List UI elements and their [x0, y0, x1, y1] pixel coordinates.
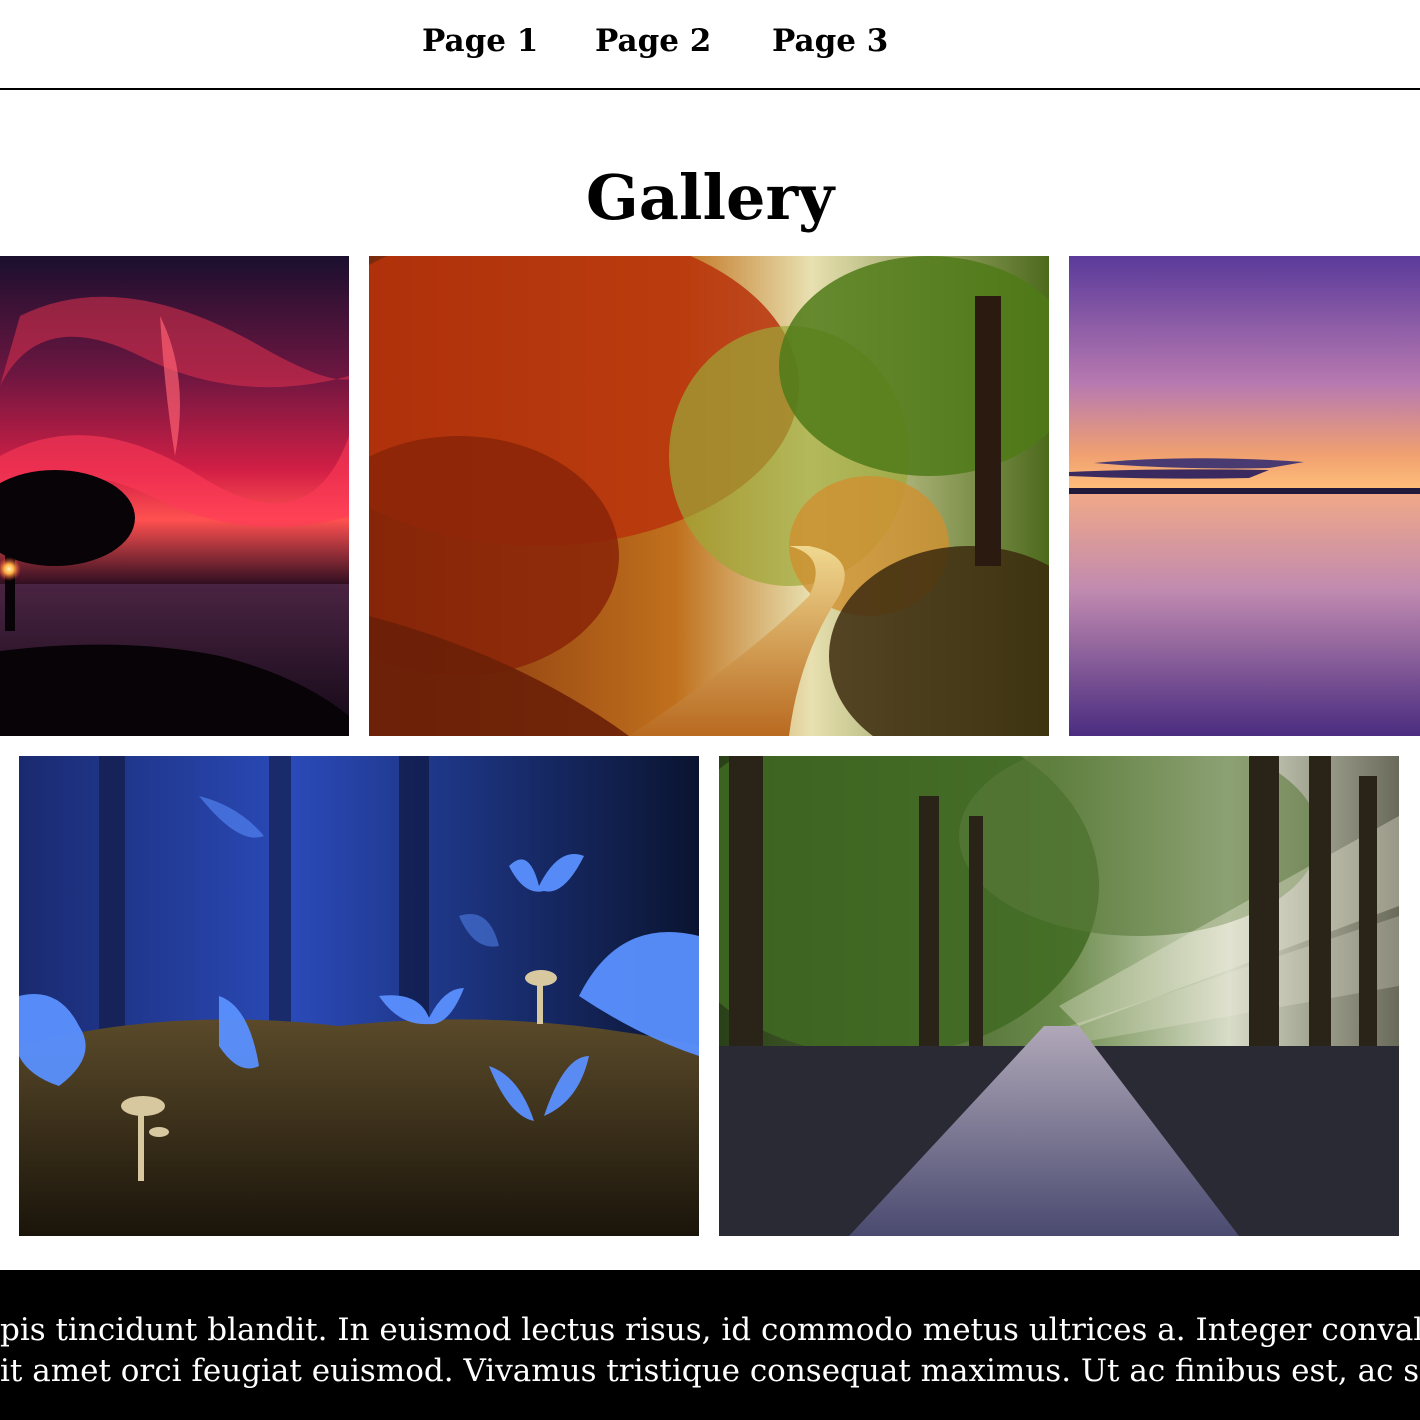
gallery-image-autumn-path[interactable] [369, 256, 1049, 736]
lake-dusk-picture [1069, 256, 1420, 736]
autumn-path-picture [369, 256, 1049, 736]
butterflies-picture [19, 756, 699, 1236]
footer-text-line-1: pis tincidunt blandit. In euismod lectus… [0, 1312, 1420, 1348]
tree-sunset-picture [0, 256, 349, 736]
nav-link-page-2[interactable]: Page 2 [595, 22, 711, 60]
gallery-image-lake-dusk[interactable] [1069, 256, 1420, 736]
page-title: Gallery [585, 161, 835, 234]
gallery-image-tree-sunset[interactable] [0, 256, 349, 736]
gallery-image-butterflies[interactable] [19, 756, 699, 1236]
nav-link-page-1[interactable]: Page 1 [422, 22, 538, 60]
nav-link-page-3[interactable]: Page 3 [772, 22, 888, 60]
forest-road-picture [719, 756, 1399, 1236]
top-nav: Page 1 Page 2 Page 3 [0, 0, 1420, 90]
footer: pis tincidunt blandit. In euismod lectus… [0, 1270, 1420, 1420]
gallery-image-forest-road[interactable] [719, 756, 1399, 1236]
footer-text-line-2: it amet orci feugiat euismod. Vivamus tr… [0, 1353, 1420, 1389]
